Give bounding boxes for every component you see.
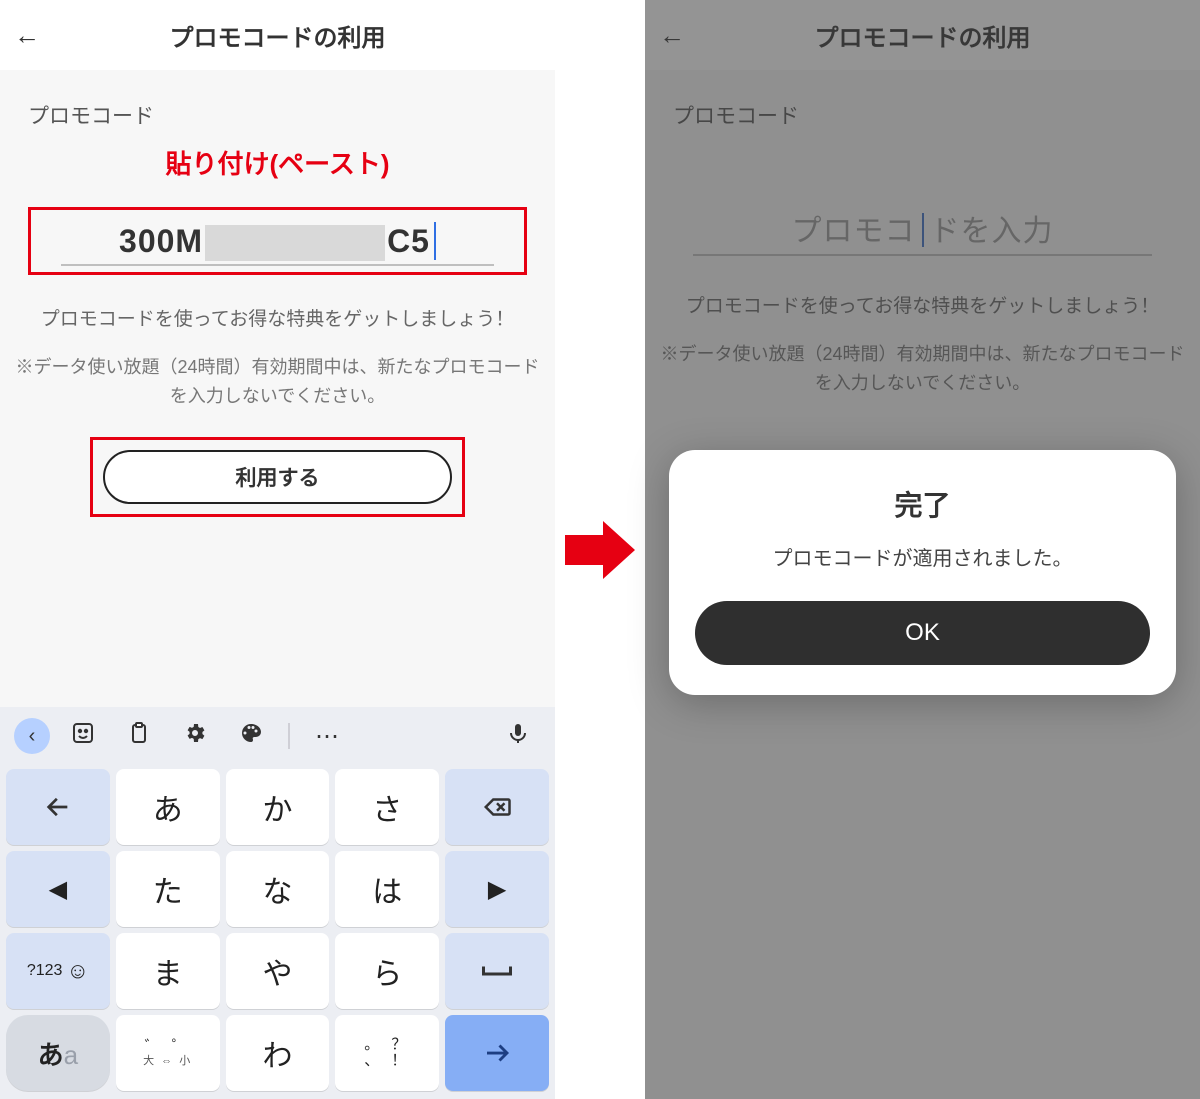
kbd-more-icon[interactable]: ⋯ bbox=[304, 722, 350, 751]
kbd-mic-icon[interactable] bbox=[495, 721, 541, 752]
key-backspace[interactable] bbox=[445, 769, 549, 845]
transition-arrow bbox=[555, 0, 645, 1099]
numeric-mode-label: ?123 bbox=[27, 962, 63, 980]
completion-dialog: 完了 プロモコードが適用されました。 OK bbox=[669, 450, 1176, 695]
size-label: 大 ⇔ 小 bbox=[143, 1055, 192, 1067]
kbd-chevron-left-icon[interactable]: ‹ bbox=[14, 718, 50, 754]
key-ka[interactable]: か bbox=[226, 769, 330, 845]
header: ← プロモコードの利用 bbox=[0, 0, 555, 70]
keyboard-toolbar: ‹ ⋯ bbox=[0, 707, 555, 765]
right-screen: ← プロモコードの利用 プロモコード プロモコ ドを入力 プロモコードを使ってお… bbox=[645, 0, 1200, 1099]
kbd-palette-icon[interactable] bbox=[228, 721, 274, 752]
promo-code-value: 300M C5 bbox=[119, 222, 436, 260]
promo-code-input[interactable]: 300M C5 bbox=[28, 207, 527, 275]
key-enter[interactable] bbox=[445, 1015, 549, 1091]
key-mode-numeric[interactable]: ?123 ☺ bbox=[6, 933, 110, 1009]
punct-bot: 、 ！ bbox=[364, 1053, 410, 1070]
page-title: プロモコードの利用 bbox=[54, 18, 501, 53]
key-ma[interactable]: ま bbox=[116, 933, 220, 1009]
key-ra[interactable]: ら bbox=[335, 933, 439, 1009]
hint-line-1: プロモコードを使ってお得な特典をゲットしましょう！ bbox=[10, 305, 545, 335]
key-a[interactable]: あ bbox=[116, 769, 220, 845]
apply-button[interactable]: 利用する bbox=[103, 450, 452, 504]
key-ta[interactable]: た bbox=[116, 851, 220, 927]
code-suffix: C5 bbox=[387, 223, 430, 260]
key-undo[interactable] bbox=[6, 769, 110, 845]
key-ha[interactable]: は bbox=[335, 851, 439, 927]
back-icon[interactable]: ← bbox=[14, 20, 54, 51]
left-screen: ← プロモコードの利用 プロモコード 貼り付け(ペースト) 300M C5 プロ… bbox=[0, 0, 555, 1099]
key-size-toggle[interactable]: ゛ ゜ 大 ⇔ 小 bbox=[116, 1015, 220, 1091]
kbd-clipboard-icon[interactable] bbox=[116, 721, 162, 752]
punct-top: 。 ？ bbox=[364, 1037, 410, 1054]
hint-line-2: ※データ使い放題（24時間）有効期間中は、新たなプロモコードを入力しないでくださ… bbox=[10, 353, 545, 411]
key-lang-toggle[interactable]: あa bbox=[6, 1015, 110, 1091]
keyboard-grid: あ か さ ◀ た な は ▶ ?123 ☺ ま bbox=[0, 765, 555, 1099]
kbd-settings-icon[interactable] bbox=[172, 721, 218, 752]
key-na[interactable]: な bbox=[226, 851, 330, 927]
dialog-title: 完了 bbox=[695, 484, 1150, 524]
code-obscured bbox=[205, 225, 385, 261]
dialog-body: プロモコードが適用されました。 bbox=[695, 542, 1150, 571]
key-wa[interactable]: わ bbox=[226, 1015, 330, 1091]
key-ya[interactable]: や bbox=[226, 933, 330, 1009]
key-right[interactable]: ▶ bbox=[445, 851, 549, 927]
field-label: プロモコード bbox=[28, 100, 527, 130]
dakuten-label: ゛ ゜ bbox=[145, 1039, 191, 1056]
annotation-paste: 貼り付け(ペースト) bbox=[28, 144, 527, 181]
soft-keyboard: ‹ ⋯ bbox=[0, 707, 555, 1099]
key-punct[interactable]: 。 ？ 、 ！ bbox=[335, 1015, 439, 1091]
code-prefix: 300M bbox=[119, 223, 203, 260]
key-space[interactable] bbox=[445, 933, 549, 1009]
arrow-right-icon bbox=[565, 521, 635, 579]
key-sa[interactable]: さ bbox=[335, 769, 439, 845]
key-left[interactable]: ◀ bbox=[6, 851, 110, 927]
text-caret bbox=[434, 222, 436, 260]
kbd-sticker-icon[interactable] bbox=[60, 721, 106, 752]
dialog-ok-button[interactable]: OK bbox=[695, 601, 1150, 665]
content: プロモコード 貼り付け(ペースト) bbox=[0, 70, 555, 207]
apply-highlight: 利用する bbox=[90, 437, 465, 517]
